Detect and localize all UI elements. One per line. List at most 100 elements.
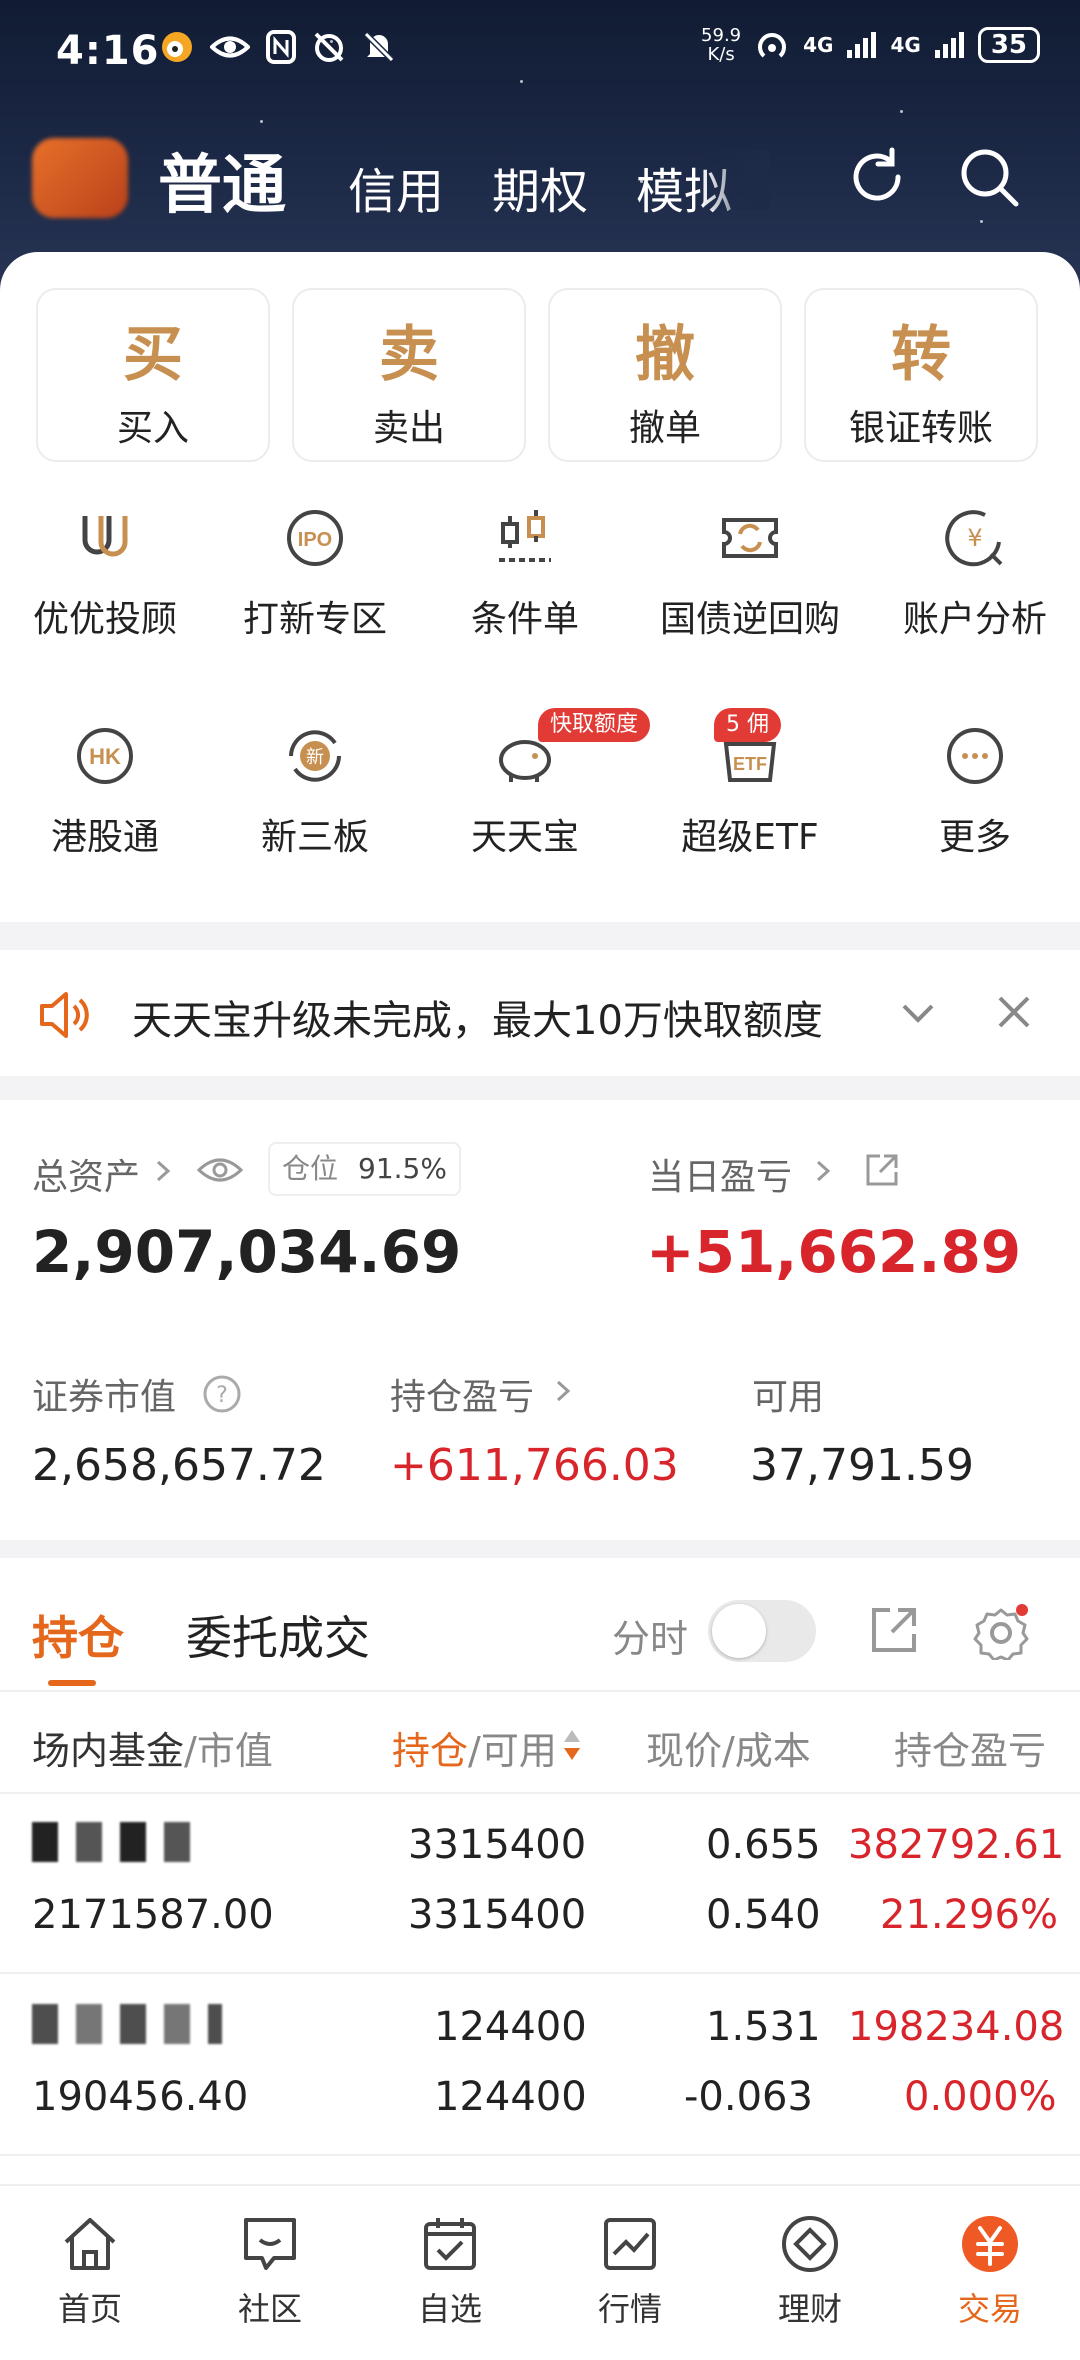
toggle-knob [712, 1604, 766, 1658]
table-row[interactable]: 2171587.00 3315400 3315400 0.655 0.540 3… [0, 1792, 1080, 1974]
cancel-order-button[interactable]: 撤 撤单 [548, 288, 782, 462]
gear-icon[interactable] [972, 1602, 1030, 1660]
nav-home[interactable]: 首页 [0, 2186, 180, 2360]
nav-label: 自选 [417, 2290, 482, 2328]
feature-label: 优优投顾 [32, 599, 177, 640]
weibo-icon [162, 32, 192, 62]
feature-repo[interactable]: 国债逆回购 [630, 502, 870, 642]
network-type-1: 4G [803, 33, 834, 57]
status-right: 59.9 K/s 4G 4G 35 [701, 26, 1040, 64]
asset-summary: 总资产 仓位 91.5% 2,907,034.69 当日盈亏 +51,662.89… [0, 1100, 1080, 1540]
transfer-label: 银证转账 [848, 408, 993, 449]
svg-text:?: ? [216, 1383, 228, 1408]
notice-bar[interactable]: 天天宝升级未完成，最大10万快取额度 [0, 950, 1080, 1076]
feature-piggy-bank[interactable]: 快取额度 天天宝 [420, 708, 651, 860]
redacted-block [32, 1822, 202, 1862]
tab-holdings[interactable]: 持仓 [32, 1602, 124, 1686]
time-share-label: 分时 [612, 1617, 689, 1661]
signal-icon [847, 32, 877, 58]
col-name[interactable]: 场内基金/市值 [32, 1720, 273, 1775]
daily-pnl-label[interactable]: 当日盈亏 [648, 1148, 792, 1200]
col-holding-pnl[interactable]: 持仓盈亏 [894, 1720, 1046, 1775]
account-analysis-icon: ¥ [945, 510, 1003, 567]
export-icon[interactable] [868, 1604, 920, 1656]
wealth-icon [782, 2216, 838, 2272]
nav-community[interactable]: 社区 [180, 2186, 360, 2360]
app-logo[interactable] [32, 138, 128, 218]
battery-indicator: 35 [977, 27, 1040, 63]
row-market-value: 2171587.00 [32, 1892, 274, 1938]
svg-text:HK: HK [89, 744, 121, 769]
feature-label: 天天宝 [470, 817, 579, 858]
chevron-down-icon[interactable] [898, 996, 938, 1032]
position-value: 91.5% [358, 1152, 447, 1185]
nfc-icon [266, 30, 296, 64]
total-assets-label[interactable]: 总资产 [32, 1148, 140, 1200]
help-icon[interactable]: ? [202, 1374, 242, 1414]
feature-account-analysis[interactable]: ¥ 账户分析 [870, 502, 1080, 642]
tab-options[interactable]: 期权 [492, 152, 588, 222]
buy-button[interactable]: 买 买入 [36, 288, 270, 462]
available-label: 可用 [752, 1377, 825, 1418]
speed-unit: K/s [707, 44, 735, 65]
refresh-icon[interactable] [842, 142, 912, 212]
nav-trade[interactable]: 交易 [900, 2186, 1080, 2360]
feature-grid-row-1: 优优投顾 IPO 打新专区 条件单 国债逆回购 ¥ 账户分析 [0, 502, 1080, 642]
network-speed: 59.9 K/s [701, 26, 741, 64]
quick-actions: 买 买入 卖 卖出 撤 撤单 转 银证转账 [36, 288, 1038, 462]
row-available: 124400 [434, 2074, 587, 2120]
hotspot-icon [758, 33, 787, 58]
feature-more[interactable]: 更多 [870, 720, 1080, 860]
nav-label: 理财 [777, 2290, 842, 2328]
row-price: 1.531 [706, 2004, 821, 2050]
nav-label: 社区 [237, 2290, 302, 2328]
nav-watchlist[interactable]: 自选 [360, 2186, 540, 2360]
nav-label: 行情 [597, 2290, 662, 2328]
svg-text:新: 新 [306, 747, 324, 768]
transfer-glyph: 转 [891, 320, 951, 390]
more-icon [947, 728, 1003, 784]
account-type-nav: 普通 信用 期权 模拟 [0, 130, 1080, 223]
eye-toggle-icon[interactable] [196, 1152, 244, 1188]
buy-label: 买入 [116, 408, 189, 449]
sell-button[interactable]: 卖 卖出 [292, 288, 526, 462]
feature-ipo[interactable]: IPO 打新专区 [210, 502, 420, 642]
col-name-sub: /市值 [184, 1729, 273, 1773]
market-value-label: 证券市值 [32, 1377, 177, 1418]
feature-hk-connect[interactable]: HK 港股通 [0, 720, 210, 860]
trade-icon [962, 2216, 1018, 2272]
feature-new-third-board[interactable]: 新 新三板 [210, 720, 420, 860]
tab-normal[interactable]: 普通 [158, 134, 286, 226]
col-price-cost[interactable]: 现价/成本 [646, 1720, 811, 1775]
cancel-glyph: 撤 [635, 320, 695, 390]
feature-label: 港股通 [50, 817, 159, 858]
search-icon[interactable] [954, 142, 1024, 212]
table-row[interactable]: 190456.40 124400 124400 1.531 -0.063 198… [0, 1974, 1080, 2156]
col-holding-sub: /可用 [468, 1729, 557, 1773]
row-cost: -0.063 [684, 2074, 813, 2120]
tab-orders[interactable]: 委托成交 [186, 1602, 370, 1668]
chevron-right-icon [556, 1380, 571, 1402]
nav-wealth[interactable]: 理财 [720, 2186, 900, 2360]
holding-pnl-label[interactable]: 持仓盈亏 [390, 1368, 534, 1420]
nav-market[interactable]: 行情 [540, 2186, 720, 2360]
feature-label: 国债逆回购 [659, 599, 840, 640]
feature-label: 更多 [938, 817, 1011, 858]
share-icon[interactable] [864, 1152, 900, 1188]
feature-uu-advisor[interactable]: 优优投顾 [0, 502, 210, 642]
bank-transfer-button[interactable]: 转 银证转账 [804, 288, 1038, 462]
tab-credit[interactable]: 信用 [348, 152, 444, 222]
row-pnl: 382792.61 [848, 1822, 1065, 1868]
feature-condition-order[interactable]: 条件单 [420, 502, 630, 642]
time-share-toggle[interactable] [708, 1600, 816, 1662]
col-holding[interactable]: 持仓/可用 [392, 1720, 557, 1775]
home-icon [64, 2218, 116, 2270]
sort-icon[interactable] [562, 1728, 582, 1762]
signal-icon-2 [934, 32, 964, 58]
cancel-label: 撤单 [628, 408, 701, 449]
close-icon[interactable] [996, 994, 1032, 1030]
row-pnl-pct: 21.296% [880, 1892, 1058, 1938]
feature-super-etf[interactable]: 5 佣 ETF 超级ETF [630, 708, 870, 860]
row-holding: 3315400 [408, 1822, 587, 1868]
row-holding: 124400 [434, 2004, 587, 2050]
